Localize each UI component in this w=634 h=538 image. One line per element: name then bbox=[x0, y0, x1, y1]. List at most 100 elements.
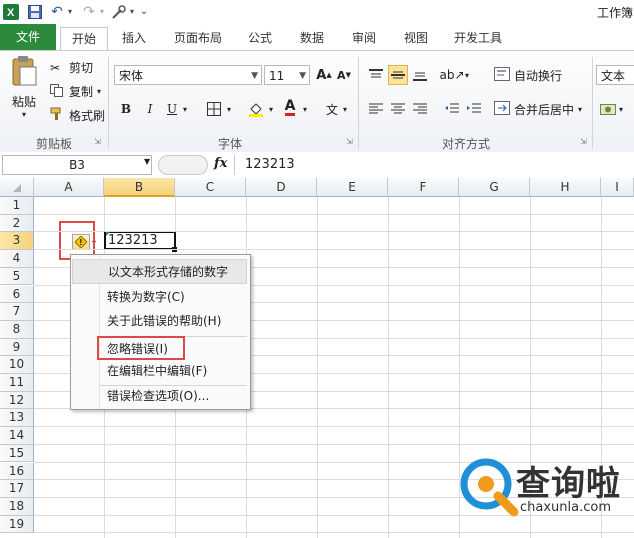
column-header-b[interactable]: B bbox=[104, 178, 175, 197]
row-header-2[interactable]: 2 bbox=[0, 214, 34, 233]
row-header-12[interactable]: 12 bbox=[0, 391, 34, 410]
tab-view[interactable]: 视图 bbox=[394, 27, 438, 50]
decrease-font-size-icon[interactable]: A ▼ bbox=[334, 65, 354, 85]
row-header-5[interactable]: 5 bbox=[0, 267, 34, 286]
column-header-c[interactable]: C bbox=[175, 178, 246, 197]
save-icon[interactable] bbox=[27, 3, 43, 20]
column-header-i[interactable]: I bbox=[601, 178, 634, 197]
undo-icon[interactable]: ↶ bbox=[48, 3, 66, 20]
phonetic-dropdown-icon[interactable]: ▾ bbox=[340, 99, 350, 119]
increase-indent-icon[interactable] bbox=[464, 99, 484, 119]
select-all-corner[interactable] bbox=[0, 178, 34, 197]
column-header-d[interactable]: D bbox=[246, 178, 317, 197]
row-header-3[interactable]: 3 bbox=[0, 232, 34, 251]
paste-button[interactable]: 粘贴 ▾ bbox=[6, 55, 42, 125]
row-header-8[interactable]: 8 bbox=[0, 320, 34, 339]
decrease-indent-icon[interactable] bbox=[442, 99, 462, 119]
underline-button[interactable]: U bbox=[162, 99, 182, 119]
insert-function-icon[interactable]: fx bbox=[214, 156, 227, 171]
tools-dropdown-icon[interactable]: ▾ bbox=[128, 3, 136, 20]
formula-input[interactable]: 123213 bbox=[234, 155, 634, 175]
font-dialog-launcher-icon[interactable]: ⇲ bbox=[346, 137, 353, 146]
row-header-9[interactable]: 9 bbox=[0, 338, 34, 357]
tab-page-layout[interactable]: 页面布局 bbox=[166, 27, 230, 50]
borders-icon[interactable] bbox=[204, 99, 224, 119]
redo-icon[interactable]: ↷ bbox=[80, 3, 98, 20]
row-header-4[interactable]: 4 bbox=[0, 250, 34, 268]
font-color-dropdown-icon[interactable]: ▾ bbox=[300, 99, 310, 119]
menu-item-error-checking-options[interactable]: 错误检查选项(O)... bbox=[72, 386, 247, 407]
formula-bar-splitter[interactable] bbox=[158, 155, 208, 175]
row-header-17[interactable]: 17 bbox=[0, 480, 34, 498]
tab-data[interactable]: 数据 bbox=[290, 27, 334, 50]
currency-format-icon[interactable] bbox=[598, 99, 618, 119]
merge-dropdown-icon[interactable]: ▾ bbox=[578, 105, 582, 114]
align-left-icon[interactable] bbox=[366, 99, 386, 119]
align-right-icon[interactable] bbox=[410, 99, 430, 119]
tab-formulas[interactable]: 公式 bbox=[238, 27, 282, 50]
row-header-7[interactable]: 7 bbox=[0, 303, 34, 321]
row-header-19[interactable]: 19 bbox=[0, 515, 34, 534]
column-header-e[interactable]: E bbox=[317, 178, 388, 197]
column-header-a[interactable]: A bbox=[34, 178, 104, 197]
tab-developer[interactable]: 开发工具 bbox=[446, 27, 510, 50]
chevron-down-icon[interactable]: ▼ bbox=[251, 66, 258, 86]
font-color-icon[interactable]: A bbox=[280, 97, 300, 117]
number-format-combo[interactable]: 文本 bbox=[596, 65, 634, 85]
format-painter-button[interactable]: 格式刷 bbox=[50, 107, 105, 124]
redo-dropdown-icon[interactable]: ▾ bbox=[98, 3, 106, 20]
row-header-15[interactable]: 15 bbox=[0, 444, 34, 463]
tab-file[interactable]: 文件 bbox=[0, 24, 56, 50]
clipboard-dialog-launcher-icon[interactable]: ⇲ bbox=[94, 137, 101, 146]
gridline bbox=[34, 231, 634, 233]
tab-home[interactable]: 开始 bbox=[60, 27, 108, 51]
cut-button[interactable]: ✂ 剪切 bbox=[50, 59, 93, 76]
bold-button[interactable]: B bbox=[116, 99, 136, 119]
chevron-down-icon[interactable]: ▼ bbox=[299, 66, 306, 86]
customize-toolbar-icon[interactable]: ⌄ bbox=[140, 3, 148, 20]
name-box-dropdown-icon[interactable]: ▼ bbox=[144, 157, 150, 166]
menu-item-convert-to-number[interactable]: 转换为数字(C) bbox=[72, 287, 247, 308]
fill-color-icon[interactable] bbox=[246, 99, 266, 119]
row-header-13[interactable]: 13 bbox=[0, 409, 34, 428]
row-header-10[interactable]: 10 bbox=[0, 356, 34, 374]
currency-dropdown-icon[interactable]: ▾ bbox=[616, 99, 626, 119]
undo-dropdown-icon[interactable]: ▾ bbox=[66, 3, 74, 20]
column-header-g[interactable]: G bbox=[459, 178, 530, 197]
paste-dropdown-icon[interactable]: ▾ bbox=[22, 110, 26, 119]
tab-review[interactable]: 审阅 bbox=[342, 27, 386, 50]
copy-dropdown-icon[interactable]: ▾ bbox=[97, 87, 101, 96]
row-header-14[interactable]: 14 bbox=[0, 427, 34, 445]
font-size-combo[interactable]: 11 ▼ bbox=[264, 65, 310, 85]
align-top-icon[interactable] bbox=[366, 65, 386, 85]
orientation-dropdown-icon[interactable]: ▾ bbox=[462, 65, 472, 85]
copy-button[interactable]: 复制 ▾ bbox=[50, 83, 101, 100]
orientation-icon[interactable]: ab↗ bbox=[439, 65, 464, 85]
italic-button[interactable]: I bbox=[140, 99, 160, 119]
font-name-combo[interactable]: 宋体 ▼ bbox=[114, 65, 262, 85]
wrap-text-button[interactable]: 自动换行 bbox=[494, 67, 562, 84]
align-bottom-icon[interactable] bbox=[410, 65, 430, 85]
row-header-11[interactable]: 11 bbox=[0, 374, 34, 392]
merge-center-button[interactable]: 合并后居中 ▾ bbox=[494, 101, 582, 118]
row-header-1[interactable]: 1 bbox=[0, 197, 34, 215]
align-middle-icon[interactable] bbox=[388, 65, 408, 85]
underline-dropdown-icon[interactable]: ▾ bbox=[180, 99, 190, 119]
row-header-16[interactable]: 16 bbox=[0, 462, 34, 481]
align-center-icon[interactable] bbox=[388, 99, 408, 119]
cell-b3[interactable]: 123213 bbox=[104, 231, 176, 250]
row-header-6[interactable]: 6 bbox=[0, 285, 34, 304]
alignment-dialog-launcher-icon[interactable]: ⇲ bbox=[580, 137, 587, 146]
tools-icon[interactable] bbox=[110, 3, 128, 20]
row-header-18[interactable]: 18 bbox=[0, 497, 34, 516]
tab-insert[interactable]: 插入 bbox=[112, 27, 156, 50]
borders-dropdown-icon[interactable]: ▾ bbox=[224, 99, 234, 119]
menu-item-help-on-error[interactable]: 关于此错误的帮助(H) bbox=[72, 311, 247, 332]
phonetic-icon[interactable]: 文 bbox=[322, 99, 342, 119]
increase-font-size-icon[interactable]: A ▲ bbox=[314, 65, 334, 85]
fill-color-dropdown-icon[interactable]: ▾ bbox=[266, 99, 276, 119]
column-header-h[interactable]: H bbox=[530, 178, 601, 197]
menu-item-edit-in-formula-bar[interactable]: 在编辑栏中编辑(F) bbox=[72, 361, 247, 382]
column-header-f[interactable]: F bbox=[388, 178, 459, 197]
name-box[interactable]: B3 bbox=[2, 155, 152, 175]
